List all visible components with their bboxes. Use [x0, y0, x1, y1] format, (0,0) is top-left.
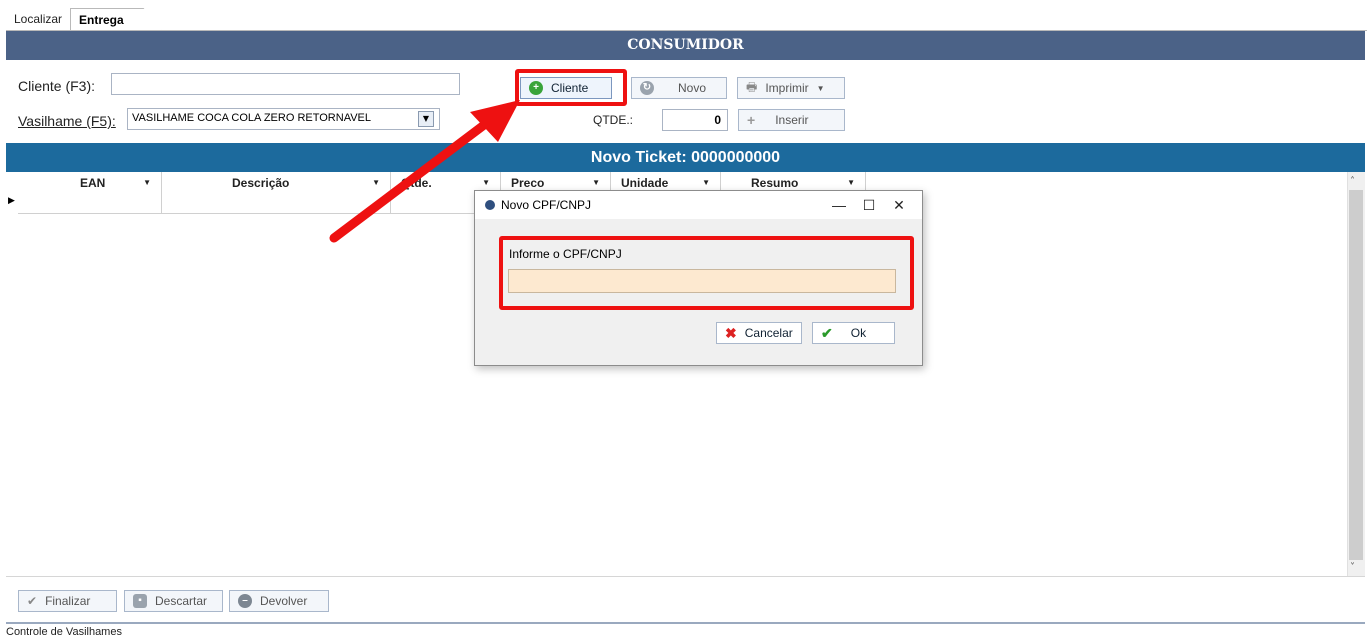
- cliente-button[interactable]: + Cliente: [520, 77, 612, 99]
- finalizar-button-label: Finalizar: [45, 594, 91, 608]
- minus-circle-icon: –: [238, 594, 252, 608]
- novo-button[interactable]: ↻ Novo: [631, 77, 727, 99]
- x-icon: ✖: [725, 324, 737, 341]
- trash-icon: ▪: [133, 594, 147, 608]
- inserir-button-label: Inserir: [775, 113, 809, 127]
- inserir-button[interactable]: + Inserir: [738, 109, 845, 131]
- consumidor-header: CONSUMIDOR: [6, 31, 1365, 60]
- dialog-title: Novo CPF/CNPJ: [501, 198, 592, 212]
- cpf-label: Informe o CPF/CNPJ: [509, 247, 622, 261]
- novo-cpf-dialog[interactable]: Novo CPF/CNPJ — ☐ ✕ Informe o CPF/CNPJ ✖…: [474, 190, 923, 366]
- col-ean[interactable]: EAN ▼: [18, 172, 162, 214]
- check-icon: ✔: [27, 594, 38, 608]
- maximize-icon[interactable]: ☐: [854, 197, 884, 214]
- tab-localizar[interactable]: Localizar: [6, 8, 68, 31]
- check-icon: ✔: [821, 324, 833, 341]
- ticket-header: Novo Ticket: 0000000000: [6, 143, 1365, 172]
- cpf-input[interactable]: [508, 269, 896, 293]
- vasilhame-label: Vasilhame (F5):: [18, 113, 116, 129]
- finalizar-button[interactable]: ✔ Finalizar: [18, 590, 117, 612]
- novo-button-label: Novo: [678, 81, 707, 95]
- ok-button[interactable]: ✔ Ok: [812, 322, 895, 344]
- devolver-button[interactable]: – Devolver: [229, 590, 329, 612]
- devolver-button-label: Devolver: [260, 594, 308, 608]
- imprimir-button[interactable]: 🖶 Imprimir ▼: [737, 77, 845, 99]
- imprimir-button-label: Imprimir: [765, 81, 809, 95]
- qtde-label: QTDE.:: [593, 113, 634, 127]
- minimize-icon[interactable]: —: [824, 197, 854, 213]
- qtde-input[interactable]: [662, 109, 728, 131]
- footer-divider: [6, 576, 1365, 577]
- caret-icon: ▼: [143, 178, 151, 187]
- refresh-icon: ↻: [640, 81, 654, 95]
- scroll-up-icon[interactable]: ˄: [1350, 176, 1355, 187]
- cancelar-button[interactable]: ✖ Cancelar: [716, 322, 802, 344]
- close-icon[interactable]: ✕: [884, 197, 914, 214]
- add-circle-icon: +: [529, 81, 543, 95]
- row-indicator-icon: ▶: [8, 196, 15, 206]
- scroll-down-icon[interactable]: ˅: [1350, 562, 1355, 573]
- cliente-button-label: Cliente: [551, 81, 589, 95]
- cliente-label: Cliente (F3):: [18, 78, 96, 94]
- printer-icon: 🖶: [746, 79, 758, 94]
- bottom-tab-controle[interactable]: Controle de Vasilhames: [6, 626, 122, 639]
- ok-button-label: Ok: [850, 326, 867, 340]
- dialog-titlebar[interactable]: Novo CPF/CNPJ — ☐ ✕: [475, 191, 922, 219]
- descartar-button[interactable]: ▪ Descartar: [124, 590, 223, 612]
- top-tabstrip: [0, 0, 1367, 31]
- descartar-button-label: Descartar: [155, 594, 208, 608]
- scrollbar-thumb[interactable]: [1349, 190, 1363, 560]
- cancelar-button-label: Cancelar: [744, 326, 793, 340]
- chevron-down-icon: ▼: [816, 83, 825, 93]
- app-icon: [485, 200, 495, 210]
- plus-icon: +: [747, 112, 756, 128]
- bottom-divider: [6, 622, 1365, 624]
